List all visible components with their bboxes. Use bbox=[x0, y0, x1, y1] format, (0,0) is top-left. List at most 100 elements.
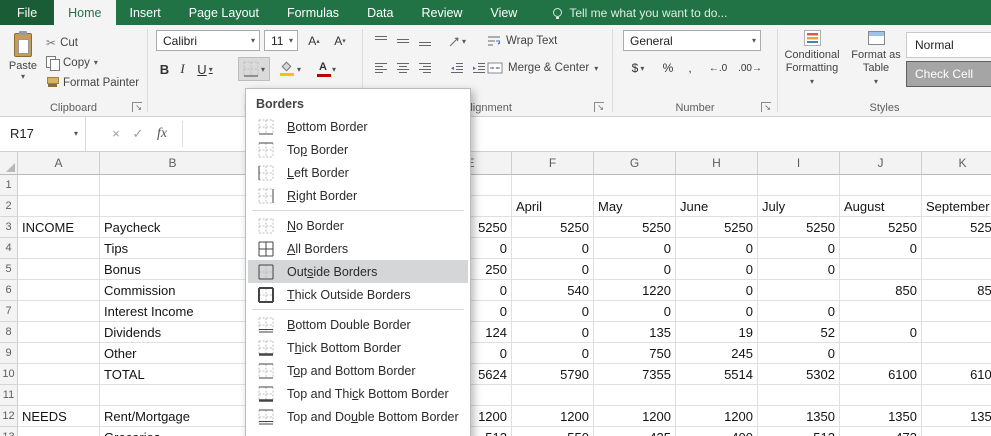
cell-B12[interactable]: Rent/Mortgage bbox=[100, 406, 246, 427]
cell-B5[interactable]: Bonus bbox=[100, 259, 246, 280]
cell-G2[interactable]: May bbox=[594, 196, 676, 217]
decrease-font-size-button[interactable]: A ▾ bbox=[328, 30, 352, 51]
cell-K9[interactable] bbox=[922, 343, 991, 364]
cell-H3[interactable]: 5250 bbox=[676, 217, 758, 238]
cell-J3[interactable]: 5250 bbox=[840, 217, 922, 238]
font-name-select[interactable]: Calibri ▾ bbox=[156, 30, 260, 51]
cell-F8[interactable]: 0 bbox=[512, 322, 594, 343]
cell-H8[interactable]: 19 bbox=[676, 322, 758, 343]
cell-H7[interactable]: 0 bbox=[676, 301, 758, 322]
cell-F9[interactable]: 0 bbox=[512, 343, 594, 364]
cell-K3[interactable]: 5250 bbox=[922, 217, 991, 238]
row-header-3[interactable]: 3 bbox=[0, 217, 18, 238]
cell-A7[interactable] bbox=[18, 301, 100, 322]
cell-H5[interactable]: 0 bbox=[676, 259, 758, 280]
cell-A10[interactable] bbox=[18, 364, 100, 385]
column-header-J[interactable]: J bbox=[840, 152, 922, 175]
cell-H6[interactable]: 0 bbox=[676, 280, 758, 301]
cell-K13[interactable] bbox=[922, 427, 991, 436]
cell-I2[interactable]: July bbox=[758, 196, 840, 217]
cell-F1[interactable] bbox=[512, 175, 594, 196]
decrease-indent-button[interactable] bbox=[447, 58, 467, 78]
column-header-F[interactable]: F bbox=[512, 152, 594, 175]
cell-style-normal[interactable]: Normal bbox=[906, 32, 991, 58]
cell-K12[interactable]: 1350 bbox=[922, 406, 991, 427]
menu-item-outside-borders[interactable]: Outside Borders bbox=[248, 260, 468, 283]
cell-I13[interactable]: 512 bbox=[758, 427, 840, 436]
column-header-H[interactable]: H bbox=[676, 152, 758, 175]
tab-file[interactable]: File bbox=[0, 0, 55, 25]
cell-A2[interactable] bbox=[18, 196, 100, 217]
tab-data[interactable]: Data bbox=[353, 0, 407, 25]
menu-item-bottom-double-border[interactable]: Bottom Double Border bbox=[248, 313, 468, 336]
cell-K11[interactable] bbox=[922, 385, 991, 406]
cell-H12[interactable]: 1200 bbox=[676, 406, 758, 427]
wrap-text-button[interactable]: Wrap Text bbox=[487, 31, 557, 51]
tab-home[interactable]: Home bbox=[54, 0, 116, 25]
align-left-button[interactable] bbox=[371, 58, 391, 78]
menu-item-top-border[interactable]: Top Border bbox=[248, 138, 468, 161]
cell-J2[interactable]: August bbox=[840, 196, 922, 217]
cut-button[interactable]: ✂ Cut bbox=[46, 33, 78, 52]
cell-style-check-cell[interactable]: Check Cell bbox=[906, 61, 991, 87]
cell-F5[interactable]: 0 bbox=[512, 259, 594, 280]
tell-me[interactable]: Tell me what you want to do... bbox=[553, 0, 727, 25]
cell-G1[interactable] bbox=[594, 175, 676, 196]
cell-B1[interactable] bbox=[100, 175, 246, 196]
cell-J10[interactable]: 6100 bbox=[840, 364, 922, 385]
tab-formulas[interactable]: Formulas bbox=[273, 0, 353, 25]
cell-H13[interactable]: 400 bbox=[676, 427, 758, 436]
cell-I7[interactable]: 0 bbox=[758, 301, 840, 322]
cell-K2[interactable]: September bbox=[922, 196, 991, 217]
row-header-7[interactable]: 7 bbox=[0, 301, 18, 322]
menu-item-thick-outside-borders[interactable]: Thick Outside Borders bbox=[248, 283, 468, 306]
copy-button[interactable]: Copy ▾ bbox=[46, 53, 98, 72]
cell-I8[interactable]: 52 bbox=[758, 322, 840, 343]
cell-J9[interactable] bbox=[840, 343, 922, 364]
align-right-button[interactable] bbox=[415, 58, 435, 78]
cell-B7[interactable]: Interest Income bbox=[100, 301, 246, 322]
cell-G7[interactable]: 0 bbox=[594, 301, 676, 322]
increase-indent-button[interactable] bbox=[469, 58, 489, 78]
cell-F12[interactable]: 1200 bbox=[512, 406, 594, 427]
increase-decimal-button[interactable]: ←.0 bbox=[705, 57, 731, 79]
cell-J8[interactable]: 0 bbox=[840, 322, 922, 343]
cell-B4[interactable]: Tips bbox=[100, 238, 246, 259]
insert-function-button[interactable]: fx bbox=[152, 117, 172, 151]
column-header-K[interactable]: K bbox=[922, 152, 991, 175]
cell-F7[interactable]: 0 bbox=[512, 301, 594, 322]
number-format-select[interactable]: General ▾ bbox=[623, 30, 761, 51]
cell-J12[interactable]: 1350 bbox=[840, 406, 922, 427]
cancel-button[interactable]: × bbox=[106, 117, 126, 151]
cell-B11[interactable] bbox=[100, 385, 246, 406]
fill-color-button[interactable]: ▾ bbox=[274, 57, 306, 81]
cell-A5[interactable] bbox=[18, 259, 100, 280]
clipboard-dialog-launcher-icon[interactable]: ↘ bbox=[132, 102, 142, 112]
cell-F4[interactable]: 0 bbox=[512, 238, 594, 259]
cell-G13[interactable]: 425 bbox=[594, 427, 676, 436]
accounting-format-button[interactable]: $ ▾ bbox=[623, 57, 653, 79]
cell-H9[interactable]: 245 bbox=[676, 343, 758, 364]
cell-A13[interactable] bbox=[18, 427, 100, 436]
row-header-1[interactable]: 1 bbox=[0, 175, 18, 196]
tab-insert[interactable]: Insert bbox=[116, 0, 175, 25]
cell-G10[interactable]: 7355 bbox=[594, 364, 676, 385]
cell-J4[interactable]: 0 bbox=[840, 238, 922, 259]
row-header-6[interactable]: 6 bbox=[0, 280, 18, 301]
menu-item-all-borders[interactable]: All Borders bbox=[248, 237, 468, 260]
menu-item-bottom-border[interactable]: Bottom Border bbox=[248, 115, 468, 138]
orientation-button[interactable]: ▾ bbox=[447, 31, 467, 51]
cell-B10[interactable]: TOTAL bbox=[100, 364, 246, 385]
paste-button[interactable]: Paste ▾ bbox=[3, 28, 43, 98]
cell-A6[interactable] bbox=[18, 280, 100, 301]
menu-item-top-and-double-bottom-border[interactable]: Top and Double Bottom Border bbox=[248, 405, 468, 428]
cell-G4[interactable]: 0 bbox=[594, 238, 676, 259]
cell-H10[interactable]: 5514 bbox=[676, 364, 758, 385]
cell-F2[interactable]: April bbox=[512, 196, 594, 217]
cell-F13[interactable]: 550 bbox=[512, 427, 594, 436]
column-header-B[interactable]: B bbox=[100, 152, 246, 175]
cell-G3[interactable]: 5250 bbox=[594, 217, 676, 238]
decrease-decimal-button[interactable]: .00→ bbox=[735, 57, 765, 79]
cell-K10[interactable]: 6100 bbox=[922, 364, 991, 385]
increase-font-size-button[interactable]: A ▴ bbox=[302, 30, 326, 51]
